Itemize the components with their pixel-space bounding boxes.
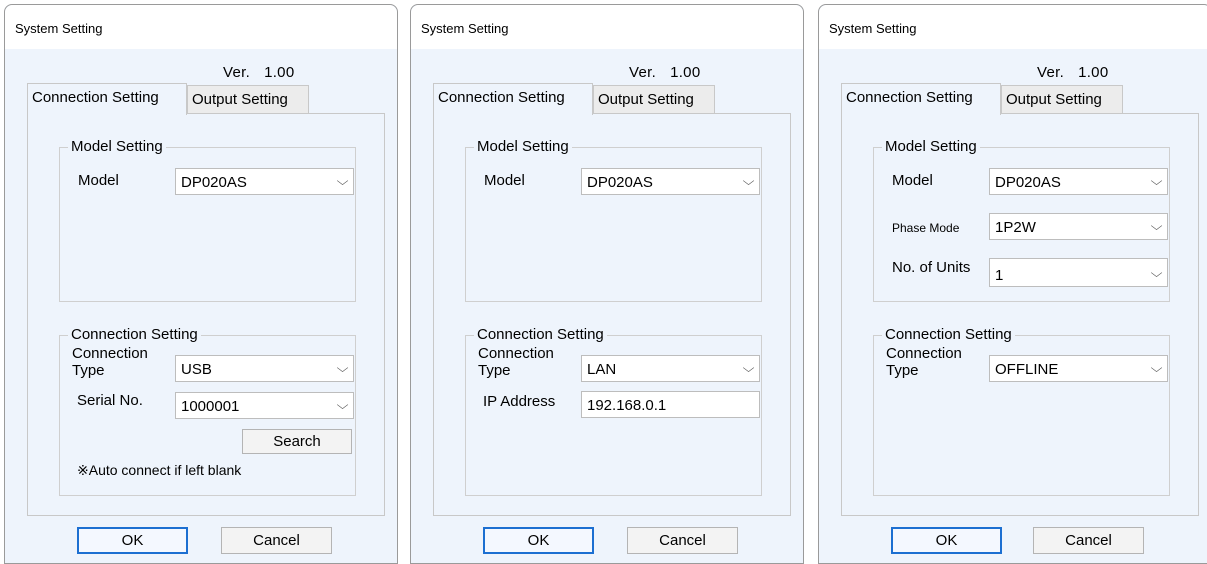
cancel-button[interactable]: Cancel (1033, 527, 1144, 554)
phase-mode-label: Phase Mode (892, 221, 960, 235)
serial-no-select[interactable]: 1000001 ⌵ (175, 392, 354, 419)
version-label: Ver. 1.00 (223, 64, 294, 81)
group-legend: Connection Setting (474, 326, 607, 344)
version-prefix: Ver. (223, 64, 251, 81)
tab-panel: Model Setting Model DP020AS ⌵ Connection… (433, 113, 791, 516)
title-bar: System Setting (411, 5, 803, 49)
system-setting-dialog-offline: System Setting Ver. 1.00 Connection Setti… (818, 4, 1207, 564)
version-prefix: Ver. (1037, 64, 1065, 81)
group-legend: Model Setting (474, 138, 572, 156)
chevron-down-icon: ⌵ (1150, 219, 1163, 233)
connection-type-select[interactable]: OFFLINE ⌵ (989, 355, 1168, 382)
no-of-units-select[interactable]: 1 ⌵ (989, 258, 1168, 287)
tab-output-setting[interactable]: Output Setting (187, 85, 309, 115)
ok-button[interactable]: OK (483, 527, 594, 554)
group-legend: Model Setting (882, 138, 980, 156)
model-setting-group: Model Setting Model DP020AS ⌵ (59, 138, 356, 302)
window-title: System Setting (15, 21, 103, 36)
connection-type-label-line2: Type (72, 362, 105, 379)
no-of-units-value: 1 (995, 267, 1004, 284)
model-select[interactable]: DP020AS ⌵ (581, 168, 760, 195)
chevron-down-icon: ⌵ (336, 398, 349, 412)
ok-button[interactable]: OK (77, 527, 188, 554)
chevron-down-icon: ⌵ (742, 174, 755, 188)
model-select-value: DP020AS (181, 174, 247, 191)
connection-type-label-line1: Connection (478, 345, 554, 362)
auto-connect-note: ※Auto connect if left blank (77, 462, 242, 478)
ok-button[interactable]: OK (891, 527, 1002, 554)
title-bar: System Setting (5, 5, 397, 49)
connection-type-value: LAN (587, 361, 617, 378)
model-select[interactable]: DP020AS ⌵ (989, 168, 1168, 195)
chevron-down-icon: ⌵ (1150, 174, 1163, 188)
version-label: Ver. 1.00 (1037, 64, 1108, 81)
serial-no-value: 1000001 (181, 398, 240, 415)
group-legend: Connection Setting (882, 326, 1015, 344)
title-bar: System Setting (819, 5, 1207, 49)
connection-type-label-line2: Type (886, 362, 919, 379)
search-button[interactable]: Search (242, 429, 352, 454)
tab-panel: Model Setting Model DP020AS ⌵ Phase Mode… (841, 113, 1199, 516)
model-label: Model (484, 172, 525, 189)
connection-setting-group: Connection Setting Connection Type LAN ⌵… (465, 326, 762, 496)
connection-type-select[interactable]: LAN ⌵ (581, 355, 760, 382)
chevron-down-icon: ⌵ (336, 361, 349, 375)
serial-no-label: Serial No. (77, 392, 143, 409)
connection-type-label: Connection Type (72, 345, 148, 379)
window-title: System Setting (421, 21, 509, 36)
window-title: System Setting (829, 21, 917, 36)
connection-setting-group: Connection Setting Connection Type OFFLI… (873, 326, 1170, 496)
model-setting-group: Model Setting Model DP020AS ⌵ (465, 138, 762, 302)
chevron-down-icon: ⌵ (1150, 361, 1163, 375)
tab-connection-setting[interactable]: Connection Setting (27, 83, 187, 115)
chevron-down-icon: ⌵ (742, 361, 755, 375)
version-prefix: Ver. (629, 64, 657, 81)
connection-setting-group: Connection Setting Connection Type USB ⌵… (59, 326, 356, 496)
connection-type-label: Connection Type (886, 345, 962, 379)
phase-mode-value: 1P2W (995, 219, 1036, 236)
group-legend: Connection Setting (68, 326, 201, 344)
model-label: Model (78, 172, 119, 189)
version-number: 1.00 (264, 64, 295, 81)
model-select-value: DP020AS (995, 174, 1061, 191)
chevron-down-icon: ⌵ (336, 174, 349, 188)
ip-address-field[interactable]: 192.168.0.1 (581, 391, 760, 418)
no-of-units-label: No. of Units (892, 259, 971, 276)
model-select-value: DP020AS (587, 174, 653, 191)
model-select[interactable]: DP020AS ⌵ (175, 168, 354, 195)
ip-address-label: IP Address (483, 393, 556, 410)
tab-connection-setting[interactable]: Connection Setting (841, 83, 1001, 115)
connection-type-label-line1: Connection (886, 345, 962, 362)
tab-output-setting[interactable]: Output Setting (1001, 85, 1123, 115)
connection-type-select[interactable]: USB ⌵ (175, 355, 354, 382)
connection-type-label: Connection Type (478, 345, 554, 379)
connection-type-label-line2: Type (478, 362, 511, 379)
version-number: 1.00 (670, 64, 701, 81)
model-label: Model (892, 172, 933, 189)
system-setting-dialog-lan: System Setting Ver. 1.00 Connection Setti… (410, 4, 804, 564)
version-number: 1.00 (1078, 64, 1109, 81)
chevron-down-icon: ⌵ (1150, 266, 1163, 280)
model-setting-group: Model Setting Model DP020AS ⌵ Phase Mode… (873, 138, 1170, 302)
group-legend: Model Setting (68, 138, 166, 156)
tab-panel: Model Setting Model DP020AS ⌵ Connection… (27, 113, 385, 516)
tab-output-setting[interactable]: Output Setting (593, 85, 715, 115)
connection-type-value: USB (181, 361, 212, 378)
tab-connection-setting[interactable]: Connection Setting (433, 83, 593, 115)
version-label: Ver. 1.00 (629, 64, 700, 81)
system-setting-dialog-usb: System Setting Ver. 1.00 Connection Setti… (4, 4, 398, 564)
phase-mode-select[interactable]: 1P2W ⌵ (989, 213, 1168, 240)
cancel-button[interactable]: Cancel (627, 527, 738, 554)
connection-type-label-line1: Connection (72, 345, 148, 362)
cancel-button[interactable]: Cancel (221, 527, 332, 554)
connection-type-value: OFFLINE (995, 361, 1059, 378)
